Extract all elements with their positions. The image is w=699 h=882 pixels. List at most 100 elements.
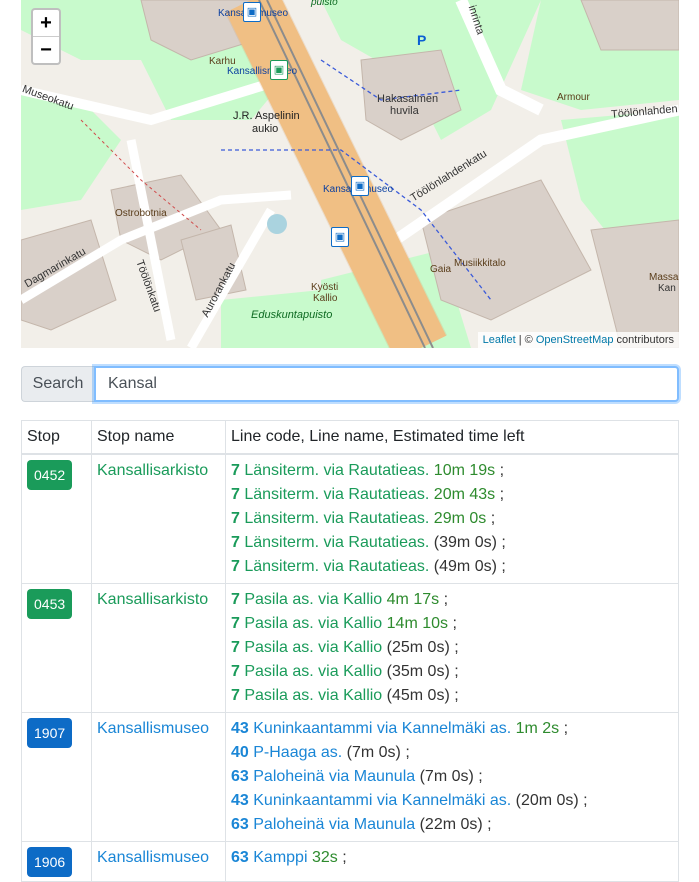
departures-cell: 7 Pasila as. via Kallio 4m 17s ; 7 Pasila… (225, 583, 679, 713)
scheduled-estimate: (20m 0s) (515, 792, 579, 809)
entry-separator: ; (496, 534, 506, 551)
stop-name-link[interactable]: Kansallisarkisto (97, 588, 208, 612)
line-name[interactable]: Kuninkaantammi via Kannelmäki as. (253, 792, 511, 809)
table-header-row: Stop Stop name Line code, Line name, Est… (21, 420, 679, 455)
line-name[interactable]: Länsiterm. via Rautatieas. (244, 462, 429, 479)
line-code[interactable]: 7 (231, 534, 240, 551)
line-name[interactable]: Paloheinä via Maunula (253, 768, 415, 785)
line-name[interactable]: Kamppi (253, 849, 307, 866)
entry-separator: ; (578, 792, 588, 809)
stop-name-cell: Kansallismuseo (91, 841, 226, 882)
stop-name-link[interactable]: Kansallismuseo (97, 717, 209, 741)
entry-separator: ; (439, 591, 449, 608)
line-name[interactable]: Pasila as. via Kallio (244, 663, 382, 680)
line-code[interactable]: 63 (231, 849, 249, 866)
line-code[interactable]: 63 (231, 768, 249, 785)
line-name[interactable]: Länsiterm. via Rautatieas. (244, 558, 429, 575)
scheduled-estimate: (22m 0s) (419, 816, 483, 833)
line-code[interactable]: 7 (231, 462, 240, 479)
leaflet-link[interactable]: Leaflet (483, 334, 516, 346)
stop-name-cell: Kansallismuseo (91, 712, 226, 842)
map-label-puisto: puisto (311, 0, 338, 8)
search-group: Search (21, 366, 679, 402)
line-code[interactable]: 43 (231, 792, 249, 809)
zoom-out-button[interactable]: − (33, 36, 59, 63)
stop-name-link[interactable]: Kansallismuseo (97, 846, 209, 870)
stop-name-link[interactable]: Kansallisarkisto (97, 459, 208, 483)
bus-stop-icon[interactable]: ▣ (331, 227, 349, 247)
departure-entry: 43 Kuninkaantammi via Kannelmäki as. (20… (231, 789, 673, 813)
tram-stop-icon[interactable]: ▣ (243, 2, 261, 22)
realtime-estimate: 20m 43s (433, 486, 496, 503)
stop-name-cell: Kansallisarkisto (91, 453, 226, 584)
line-code[interactable]: 7 (231, 663, 240, 680)
departure-entry: 7 Pasila as. via Kallio 4m 17s ; (231, 588, 673, 612)
attribution-separator: | © (515, 334, 536, 346)
line-code[interactable]: 7 (231, 486, 240, 503)
entry-separator: ; (449, 663, 459, 680)
line-name[interactable]: Pasila as. via Kallio (244, 615, 382, 632)
departure-entry: 7 Pasila as. via Kallio 14m 10s ; (231, 612, 673, 636)
map-label-hakasalmen-1: Hakasalmen (377, 93, 439, 105)
line-name[interactable]: Pasila as. via Kallio (244, 591, 382, 608)
map-label-jr-line1: J.R. Aspelinin (233, 110, 300, 122)
bus-stop-icon[interactable]: ▣ (351, 176, 369, 196)
osm-link[interactable]: OpenStreetMap (536, 334, 614, 346)
table-row: 0453 Kansallisarkisto 7 Pasila as. via Kal… (21, 583, 679, 713)
departure-entry: 40 P-Haaga as. (7m 0s) ; (231, 741, 673, 765)
scheduled-estimate: (7m 0s) (346, 744, 401, 761)
map-label-armour: Armour (557, 92, 590, 103)
line-name[interactable]: Pasila as. via Kallio (244, 687, 382, 704)
map-label-eduskuntapuisto: Eduskuntapuisto (251, 309, 333, 321)
line-code[interactable]: 7 (231, 687, 240, 704)
scheduled-estimate: (25m 0s) (386, 639, 450, 656)
map-label-gaia: Gaia (430, 264, 452, 275)
entry-separator: ; (486, 510, 496, 527)
line-name[interactable]: Pasila as. via Kallio (244, 639, 382, 656)
stop-cell: 1906 (21, 841, 92, 882)
line-name[interactable]: Länsiterm. via Rautatieas. (244, 510, 429, 527)
zoom-control: + − (31, 8, 61, 65)
line-code[interactable]: 40 (231, 744, 249, 761)
tram-stop-icon[interactable]: ▣ (270, 60, 288, 80)
attribution-contributors: contributors (613, 334, 674, 346)
map-attribution: Leaflet | © OpenStreetMap contributors (477, 332, 679, 348)
scheduled-estimate: (49m 0s) (433, 558, 497, 575)
map-label-karhu: Karhu (209, 56, 236, 67)
table-row: 0452 Kansallisarkisto 7 Länsiterm. via Rau… (21, 453, 679, 584)
departures-body: 0452 Kansallisarkisto 7 Länsiterm. via Rau… (21, 453, 679, 882)
scheduled-estimate: (7m 0s) (419, 768, 474, 785)
line-code[interactable]: 7 (231, 558, 240, 575)
line-name[interactable]: Kuninkaantammi via Kannelmäki as. (253, 720, 511, 737)
stop-cell: 0453 (21, 583, 92, 713)
departures-cell: 7 Länsiterm. via Rautatieas. 10m 19s ; 7 … (225, 453, 679, 584)
stop-code-badge[interactable]: 0453 (27, 589, 73, 619)
departures-cell: 43 Kuninkaantammi via Kannelmäki as. 1m … (225, 712, 679, 842)
stop-code-badge[interactable]: 1907 (27, 718, 73, 748)
map-label-kyosti-2: Kallio (313, 293, 338, 304)
search-input[interactable] (94, 366, 679, 402)
table-row: 1906 Kansallismuseo 63 Kamppi 32s ; (21, 841, 679, 882)
line-code[interactable]: 43 (231, 720, 249, 737)
line-name[interactable]: Paloheinä via Maunula (253, 816, 415, 833)
line-code[interactable]: 7 (231, 591, 240, 608)
map-tiles[interactable] (21, 0, 679, 348)
line-code[interactable]: 63 (231, 816, 249, 833)
line-code[interactable]: 7 (231, 639, 240, 656)
departure-entry: 7 Pasila as. via Kallio (45m 0s) ; (231, 684, 673, 708)
entry-separator: ; (449, 639, 459, 656)
entry-separator: ; (496, 558, 506, 575)
line-name[interactable]: Länsiterm. via Rautatieas. (244, 486, 429, 503)
map[interactable]: Museokatu Kansallismuseo Kansallismuseo … (21, 0, 679, 348)
stop-code-badge[interactable]: 0452 (27, 460, 73, 490)
departure-entry: 7 Pasila as. via Kallio (25m 0s) ; (231, 636, 673, 660)
stop-code-badge[interactable]: 1906 (27, 847, 73, 877)
realtime-estimate: 29m 0s (433, 510, 487, 527)
zoom-in-button[interactable]: + (33, 10, 59, 36)
line-code[interactable]: 7 (231, 615, 240, 632)
scheduled-estimate: (39m 0s) (433, 534, 497, 551)
line-name[interactable]: Länsiterm. via Rautatieas. (244, 534, 429, 551)
line-code[interactable]: 7 (231, 510, 240, 527)
line-name[interactable]: P-Haaga as. (253, 744, 342, 761)
map-label-jr-line2: aukio (252, 123, 279, 135)
